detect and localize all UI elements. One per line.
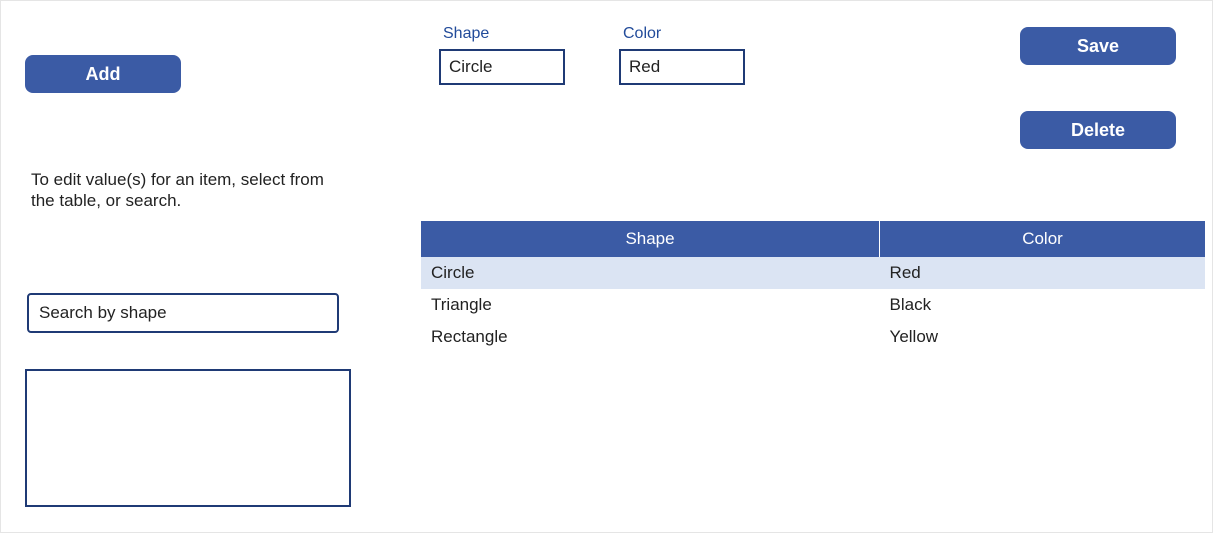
table-row[interactable]: Triangle Black bbox=[421, 289, 1205, 321]
cell-color: Yellow bbox=[880, 321, 1205, 353]
instruction-text: To edit value(s) for an item, select fro… bbox=[31, 169, 331, 212]
cell-shape: Triangle bbox=[421, 289, 880, 321]
shape-field-group: Shape bbox=[439, 25, 565, 85]
delete-button[interactable]: Delete bbox=[1020, 111, 1176, 149]
shape-label: Shape bbox=[439, 25, 565, 43]
color-label: Color bbox=[619, 25, 745, 43]
table-row[interactable]: Rectangle Yellow bbox=[421, 321, 1205, 353]
search-input[interactable] bbox=[27, 293, 339, 333]
table-row[interactable]: Circle Red bbox=[421, 257, 1205, 289]
table-header-shape: Shape bbox=[421, 221, 880, 257]
cell-color: Red bbox=[880, 257, 1205, 289]
save-button[interactable]: Save bbox=[1020, 27, 1176, 65]
search-results-box[interactable] bbox=[25, 369, 351, 507]
color-field-group: Color bbox=[619, 25, 745, 85]
add-button[interactable]: Add bbox=[25, 55, 181, 93]
cell-color: Black bbox=[880, 289, 1205, 321]
color-input[interactable] bbox=[619, 49, 745, 85]
data-table: Shape Color Circle Red Triangle Black Re… bbox=[421, 221, 1205, 353]
table-header-row: Shape Color bbox=[421, 221, 1205, 257]
cell-shape: Rectangle bbox=[421, 321, 880, 353]
shape-input[interactable] bbox=[439, 49, 565, 85]
table-header-color: Color bbox=[880, 221, 1205, 257]
cell-shape: Circle bbox=[421, 257, 880, 289]
